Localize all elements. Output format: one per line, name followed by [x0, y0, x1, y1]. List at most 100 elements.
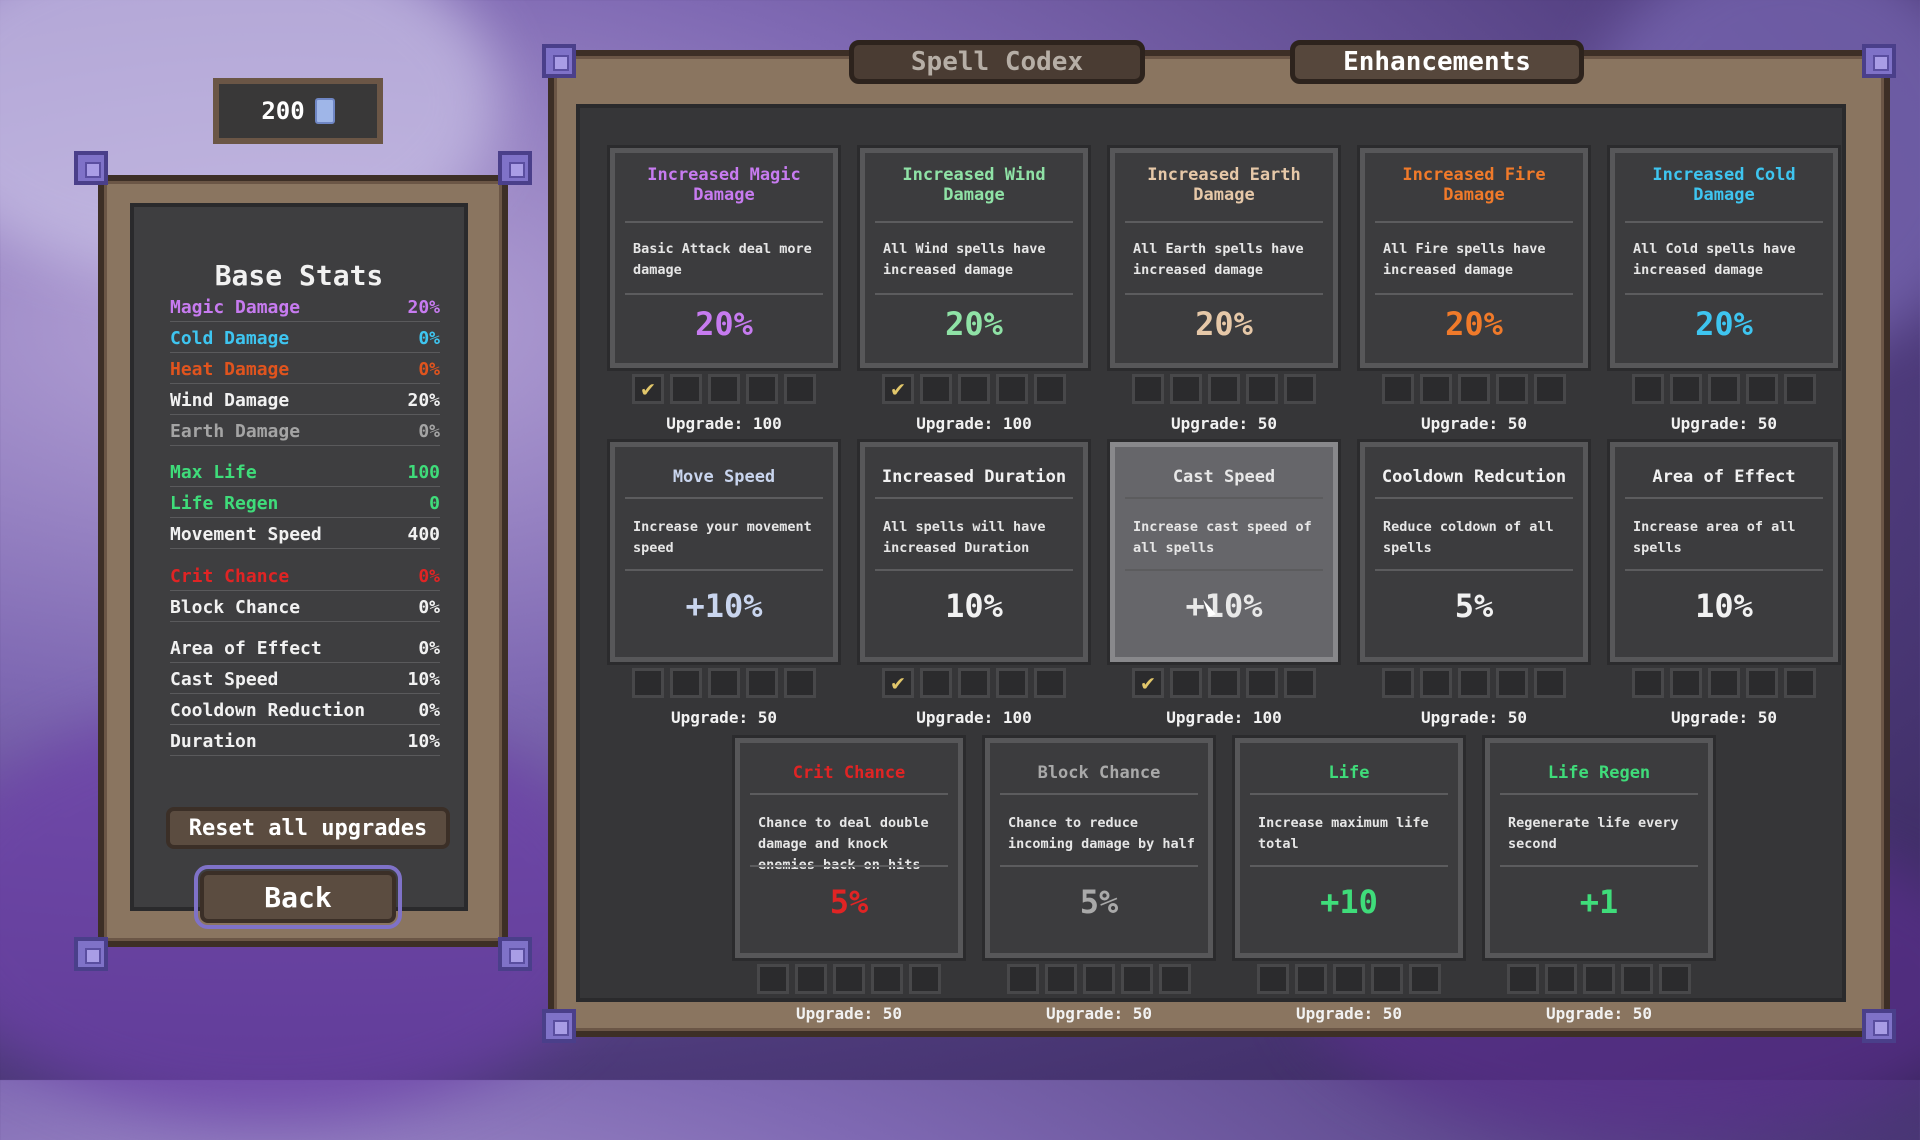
card-divider: [1250, 865, 1448, 867]
enhancement-card[interactable]: Increased Cold Damage All Cold spells hav…: [1610, 148, 1838, 368]
stat-label: Heat Damage: [170, 358, 290, 380]
upgrade-cost: Upgrade: 100: [1166, 708, 1282, 727]
check-icon: ✔: [882, 668, 914, 698]
card-description: Chance to reduce incoming damage by half: [1008, 815, 1195, 852]
card-divider: [1500, 865, 1698, 867]
base-stats-title: Base Stats: [214, 259, 384, 292]
enhancement-card[interactable]: Area of Effect Increase area of all spell…: [1610, 442, 1838, 662]
upgrade-cost: Upgrade: 100: [916, 708, 1032, 727]
upgrade-slot: [670, 374, 702, 404]
card-divider: [1125, 293, 1323, 295]
card-description: All Wind spells have increased damage: [883, 241, 1046, 278]
card-title: Life: [1328, 763, 1370, 783]
stat-label: Wind Damage: [170, 389, 290, 411]
upgrade-slot: [1670, 668, 1702, 698]
enhancement-card[interactable]: Increased Fire Damage All Fire spells hav…: [1360, 148, 1588, 368]
upgrade-slot: [795, 964, 827, 994]
card-divider: [625, 497, 823, 499]
card-description: All Fire spells have increased damage: [1383, 241, 1546, 278]
upgrade-slots: ✔: [632, 374, 816, 404]
stat-row: Life Regen 0: [170, 489, 440, 518]
stat-row: Movement Speed 400: [170, 520, 440, 549]
card-title: Move Speed: [672, 467, 776, 487]
currency-display: 200: [213, 78, 383, 144]
card-title: Area of Effect: [1652, 467, 1796, 487]
card-title: Increased Wind Damage: [902, 165, 1046, 205]
stat-row: Wind Damage 20%: [170, 386, 440, 415]
stat-value: 0%: [418, 565, 440, 587]
upgrade-slot: [1371, 964, 1403, 994]
upgrade-slot: [1034, 374, 1066, 404]
card-description: Increase cast speed of all spells: [1133, 519, 1312, 556]
upgrade-slot: [1621, 964, 1653, 994]
frame-corner-icon: [498, 937, 532, 971]
upgrade-cost: Upgrade: 50: [671, 708, 777, 727]
frame-corner-icon: [542, 44, 576, 78]
stat-value: 20%: [407, 389, 440, 411]
upgrade-slot: [1159, 964, 1191, 994]
stat-row: Cold Damage 0%: [170, 324, 440, 353]
upgrade-slot: [958, 668, 990, 698]
upgrade-cost: Upgrade: 50: [1296, 1004, 1402, 1023]
card-title: Increased Magic Damage: [647, 165, 801, 205]
base-stats-inner: Base Stats Magic Damage 20% Cold Damage 0% H…: [130, 203, 468, 929]
card-description: Basic Attack deal more damage: [633, 241, 812, 278]
enhancement-card[interactable]: Cooldown Redcution Reduce coldown of all …: [1360, 442, 1588, 662]
enhancement-card[interactable]: Block Chance Chance to reduce incoming da…: [985, 738, 1213, 958]
stat-row: Block Chance 0%: [170, 593, 440, 622]
upgrade-slot: [1659, 964, 1691, 994]
card-divider: [875, 569, 1073, 571]
tab-enhancements[interactable]: Enhancements: [1290, 40, 1584, 84]
enhancement-card[interactable]: Increased Duration All spells will have i…: [860, 442, 1088, 662]
enhancement-card[interactable]: Cast Speed Increase cast speed of all spe…: [1110, 442, 1338, 662]
card-description: All spells will have increased Duration: [883, 519, 1046, 556]
upgrade-slot: [1746, 668, 1778, 698]
stat-label: Cold Damage: [170, 327, 290, 349]
upgrade-slot: [746, 374, 778, 404]
enhancement-card[interactable]: Life Increase maximum life total +10: [1235, 738, 1463, 958]
card-divider: [1375, 497, 1573, 499]
upgrade-slot: [1170, 668, 1202, 698]
card-value: +10: [1320, 883, 1378, 921]
enhancement-card[interactable]: Move Speed Increase your movement speed +1…: [610, 442, 838, 662]
card-divider: [625, 221, 823, 223]
card-title: Crit Chance: [792, 763, 906, 783]
upgrade-slot: [1121, 964, 1153, 994]
upgrade-slot: [1208, 668, 1240, 698]
back-button[interactable]: Back: [194, 865, 402, 929]
upgrade-slot: [1409, 964, 1441, 994]
card-divider: [750, 793, 948, 795]
upgrade-cost: Upgrade: 50: [1171, 414, 1277, 433]
card-title: Life Regen: [1547, 763, 1651, 783]
tab-spell-codex[interactable]: Spell Codex: [849, 40, 1145, 84]
upgrade-slots: ✔: [882, 374, 1066, 404]
upgrade-slot: [746, 668, 778, 698]
stat-value: 400: [407, 523, 440, 545]
card-divider: [875, 293, 1073, 295]
enhancement-card[interactable]: Increased Magic Damage Basic Attack deal …: [610, 148, 838, 368]
card-divider: [1125, 569, 1323, 571]
upgrade-slots: [1507, 964, 1691, 994]
upgrade-cost: Upgrade: 50: [1671, 414, 1777, 433]
enhancement-card[interactable]: Increased Wind Damage All Wind spells hav…: [860, 148, 1088, 368]
reset-upgrades-button[interactable]: Reset all upgrades: [166, 807, 450, 849]
stat-value: 0%: [418, 699, 440, 721]
stat-label: Movement Speed: [170, 523, 322, 545]
upgrade-slot: [757, 964, 789, 994]
stat-label: Block Chance: [170, 596, 301, 618]
enhancement-card[interactable]: Life Regen Regenerate life every second +1: [1485, 738, 1713, 958]
stat-label: Earth Damage: [170, 420, 301, 442]
upgrade-slot: [1382, 374, 1414, 404]
card-description: Increase area of all spells: [1633, 519, 1796, 556]
enhancement-card[interactable]: Crit Chance Chance to deal double damage …: [735, 738, 963, 958]
stat-row: Max Life 100: [170, 458, 440, 487]
upgrade-slot: [1458, 668, 1490, 698]
upgrade-slot: [1534, 374, 1566, 404]
upgrade-slot: [1458, 374, 1490, 404]
upgrade-slot: [1583, 964, 1615, 994]
card-divider: [750, 865, 948, 867]
enhancement-card[interactable]: Increased Earth Damage All Earth spells h…: [1110, 148, 1338, 368]
upgrade-slot: [1208, 374, 1240, 404]
card-value: 20%: [1445, 305, 1503, 343]
card-divider: [875, 221, 1073, 223]
